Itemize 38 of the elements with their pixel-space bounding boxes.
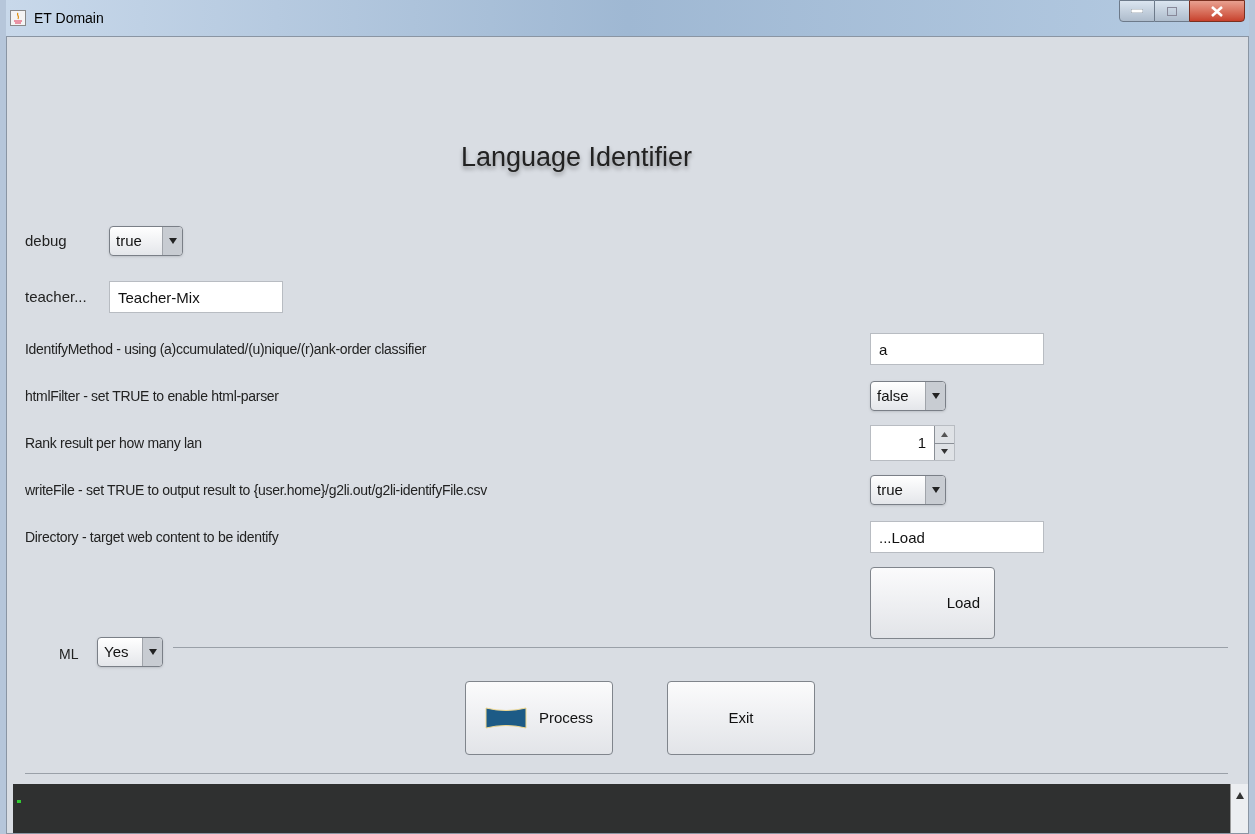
up-arrow-icon <box>941 431 948 437</box>
field-label: debug <box>25 230 68 251</box>
setting-label: Rank result per how many lan <box>25 433 203 453</box>
close-button[interactable] <box>1189 0 1245 22</box>
field-label: teacher... <box>25 286 88 307</box>
action-button[interactable]: Exit <box>667 681 815 755</box>
maximize-icon <box>1167 6 1177 16</box>
maximize-button[interactable] <box>1155 0 1189 22</box>
load-button[interactable]: Load <box>870 567 995 639</box>
text-field[interactable]: ...Load <box>870 521 1044 553</box>
panel-icon <box>484 707 527 729</box>
down-arrow-icon <box>941 449 948 455</box>
window-title: ET Domain <box>34 8 104 28</box>
dropdown[interactable]: true <box>109 226 183 256</box>
caret-icon <box>168 237 177 245</box>
setting-label: writeFile - set TRUE to output result to {user.home}/g2li.out/g2li-identifyFile.csv <box>25 480 488 500</box>
dropdown[interactable]: false <box>870 381 946 411</box>
cursor-icon <box>17 800 21 803</box>
close-icon <box>1211 5 1223 17</box>
app-icon <box>10 10 26 26</box>
app-heading: Language Identifier <box>460 141 693 174</box>
action-button[interactable]: Process <box>465 681 613 755</box>
minimize-icon <box>1131 9 1143 13</box>
caret-icon <box>148 648 157 656</box>
text-field[interactable]: a <box>870 333 1044 365</box>
caret-icon <box>931 486 940 494</box>
text-field[interactable]: Teacher-Mix <box>109 281 283 313</box>
caret-icon <box>931 392 940 400</box>
setting-label: Directory - target web content to be identify <box>25 527 280 547</box>
ml-label: ML <box>59 645 80 664</box>
setting-label: htmlFilter - set TRUE to enable html-parser <box>25 386 280 406</box>
up-arrow-icon <box>1235 792 1244 799</box>
minimize-button[interactable] <box>1119 0 1155 22</box>
setting-label: IdentifyMethod - using (a)ccumulated/(u)nique/(r)ank-order classifier <box>25 339 428 359</box>
dropdown[interactable]: true <box>870 475 946 505</box>
number-spinner[interactable]: 1 <box>870 425 955 461</box>
dropdown[interactable]: Yes <box>97 637 163 667</box>
scroll-bar[interactable] <box>1230 784 1248 833</box>
